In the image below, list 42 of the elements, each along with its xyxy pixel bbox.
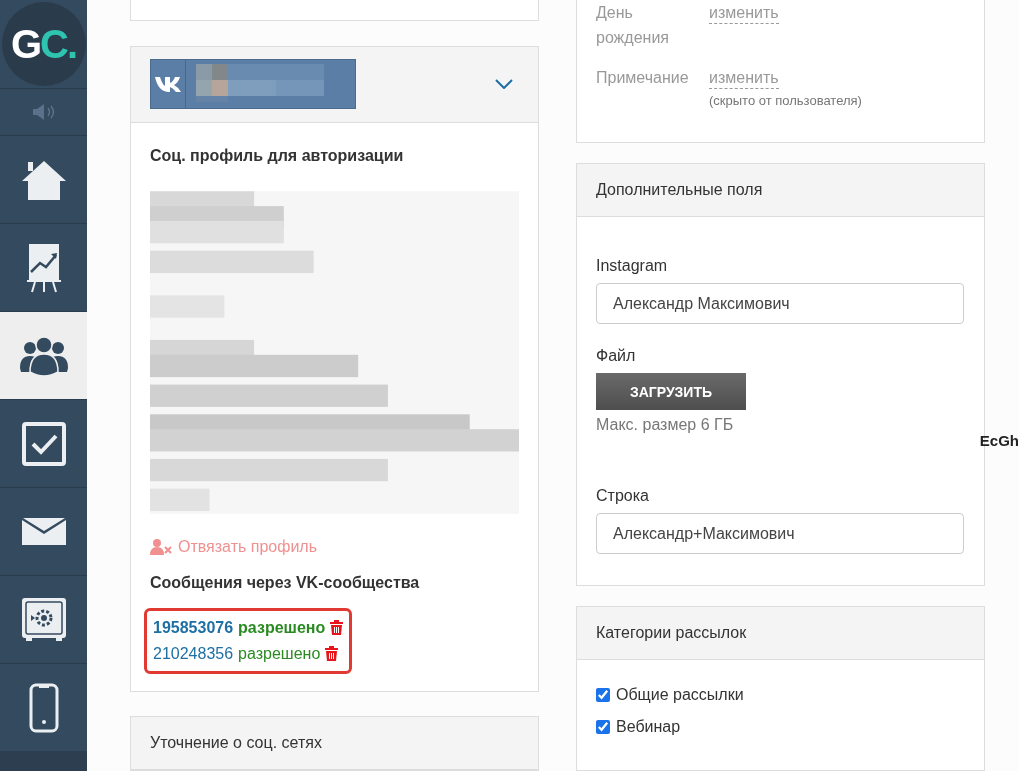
card-title: Категории рассылок [577,607,984,660]
field-label: Примечание [596,68,690,88]
chevron-down-icon[interactable] [495,79,513,90]
note-text: (скрыто от пользователя) [709,93,862,108]
community-id[interactable]: 210248356 [153,644,234,663]
smartphone-icon [28,682,59,733]
user-remove-icon [150,538,174,555]
card-title: Дополнительные поля [577,164,984,217]
status-text: разрешено [238,644,321,663]
community-id[interactable]: 195853076 [153,618,234,637]
input-field[interactable]: Александр+Максимович [596,513,964,554]
speaker-icon [30,103,57,121]
trash-icon[interactable] [325,646,339,662]
checkbox[interactable] [596,688,610,702]
hint-text: Макс. размер 6 ГБ [596,416,735,434]
nav-item[interactable] [0,311,87,399]
upload-button[interactable]: ЗАГРУЗИТЬ [596,373,746,410]
field-label: Строка [596,487,650,505]
field-label: Instagram [596,257,669,275]
home-icon [20,158,67,201]
checkbox[interactable] [596,720,610,734]
trash-icon[interactable] [330,620,344,636]
input-field[interactable]: Александр Максимович [596,283,964,324]
logo[interactable]: GC. [1,2,86,86]
partial-text: EcGh [979,432,1019,449]
checkbox-label: Вебинар [616,718,681,736]
users-icon [19,335,68,376]
vk-logo-icon [155,76,181,93]
mail-icon [21,517,66,546]
status-text: разрешено [238,618,326,637]
chart-easel-icon [25,241,62,294]
section-title: Сообщения через VK-сообщества [150,573,421,592]
checkbox-icon [21,421,66,466]
section-title: Соц. профиль для авторизации [150,146,405,165]
card-title: Уточнение о соц. сетях [131,717,538,770]
checkbox-label: Общие рассылки [616,686,744,704]
field-label: Файл [596,347,637,365]
field-label: День рождения [596,3,670,48]
edit-link[interactable]: изменить [709,3,779,24]
vk-profile-banner[interactable] [150,59,356,110]
edit-link[interactable]: изменить [709,68,779,89]
safe-icon [21,597,66,642]
